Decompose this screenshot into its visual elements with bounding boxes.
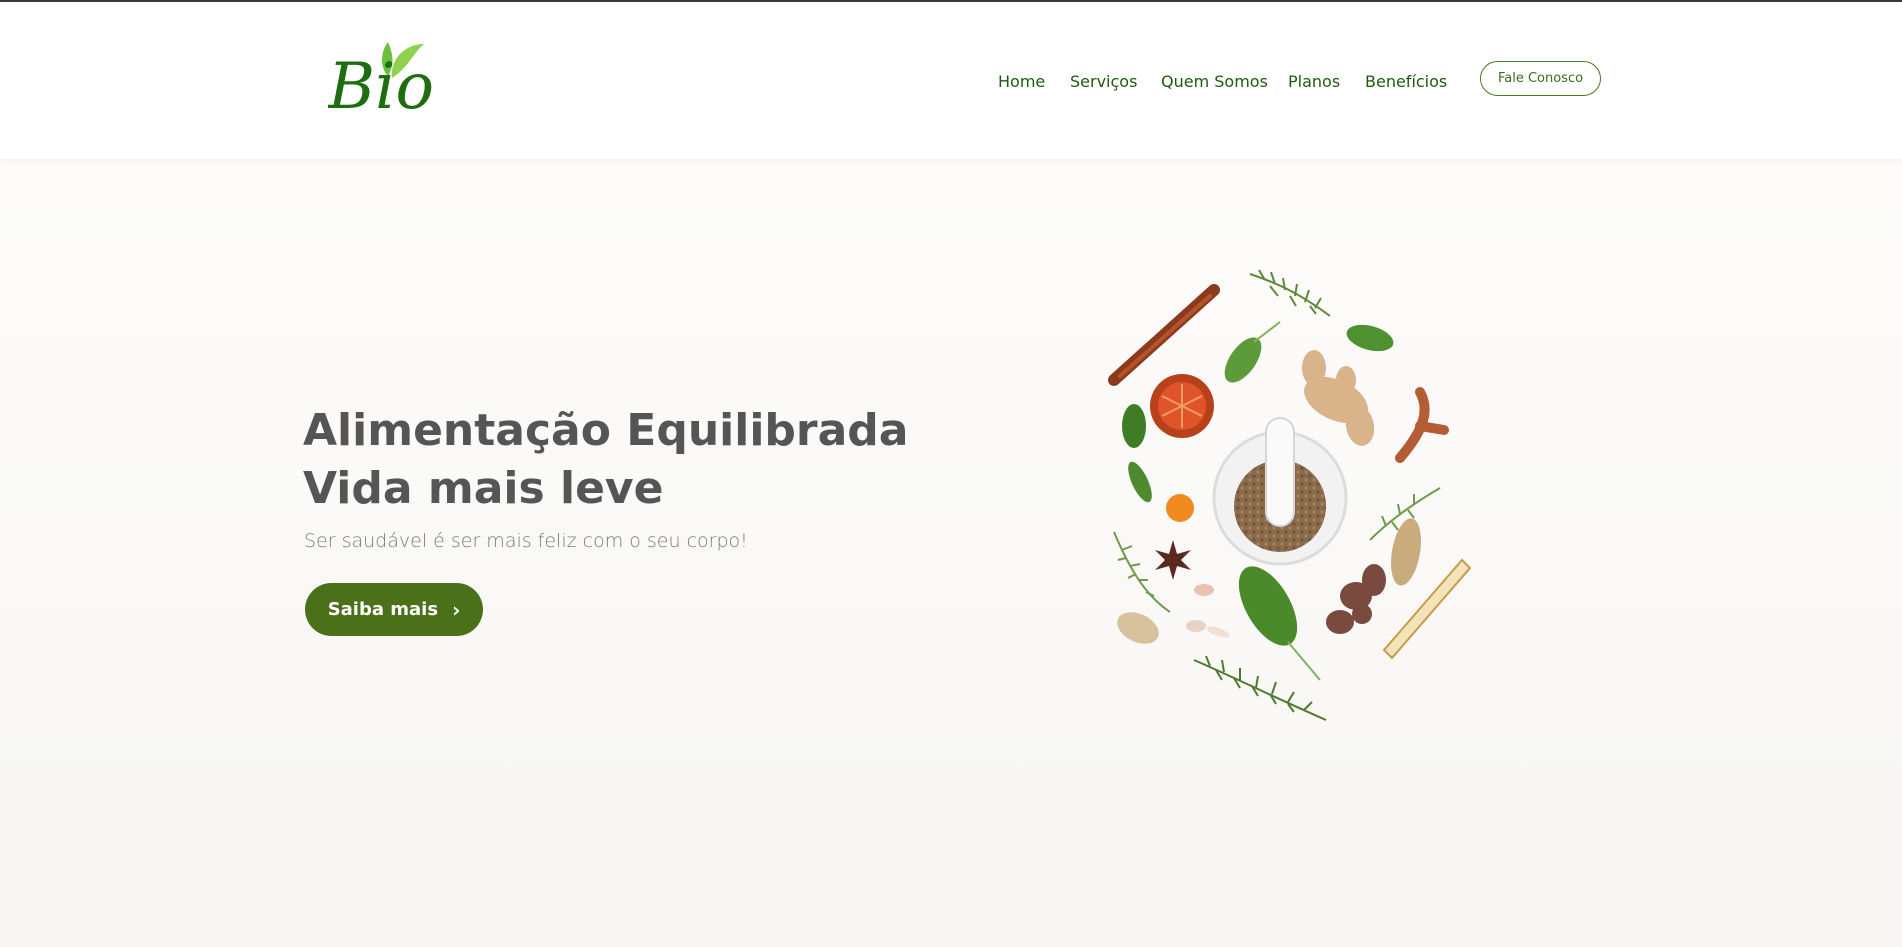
rosemary-icon — [1193, 655, 1327, 721]
logo-text: Bio — [328, 50, 434, 124]
dried-ginger-icon — [1326, 564, 1386, 634]
nav-planos[interactable]: Planos — [1288, 70, 1340, 94]
cinnamon-icon — [1108, 284, 1220, 386]
dried-orange-icon — [1150, 374, 1214, 438]
rosemary-icon — [1249, 269, 1331, 317]
leaf-icon — [1224, 337, 1262, 383]
nav-home[interactable]: Home — [998, 70, 1045, 94]
hero-title-line2: Vida mais leve — [303, 463, 664, 514]
leaf-icon — [1346, 324, 1394, 352]
saiba-mais-button[interactable]: Saiba mais › — [305, 583, 483, 636]
hero-section — [0, 159, 1902, 947]
hero-title-line1: Alimentação Equilibrada — [303, 405, 909, 456]
saiba-mais-label: Saiba mais — [327, 599, 439, 620]
nav-servicos[interactable]: Serviços — [1070, 70, 1137, 94]
garlic-icon — [1186, 620, 1206, 632]
hero-title: Alimentação Equilibrada Vida mais leve — [303, 402, 923, 518]
garlic-icon — [1206, 626, 1230, 638]
nav-beneficios[interactable]: Benefícios — [1365, 70, 1447, 94]
garlic-icon — [1194, 584, 1214, 596]
basil-icon — [1122, 404, 1146, 448]
turmeric-root-icon — [1395, 387, 1449, 463]
leaf-icon — [1128, 461, 1152, 503]
hero-subtitle: Ser saudável é ser mais feliz com o seu … — [304, 530, 748, 552]
herbs-mortar-illustration — [1108, 269, 1472, 721]
bay-leaf-icon — [1117, 612, 1159, 644]
site-header: Bio Home Serviços Quem Somos Planos Bene… — [0, 2, 1902, 159]
bay-leaf-icon — [1391, 518, 1421, 586]
bio-logo[interactable]: Bio — [328, 38, 444, 124]
fale-conosco-button[interactable]: Fale Conosco — [1480, 61, 1601, 96]
sage-leaf-icon — [1238, 566, 1321, 681]
star-anise-icon — [1155, 540, 1191, 580]
turmeric-icon — [1166, 494, 1194, 522]
thyme-icon — [1113, 531, 1171, 613]
chevron-right-icon: › — [452, 597, 461, 622]
ginger-icon — [1302, 350, 1375, 446]
mortar-pestle-icon — [1212, 417, 1348, 566]
nav-quem-somos[interactable]: Quem Somos — [1161, 70, 1268, 94]
